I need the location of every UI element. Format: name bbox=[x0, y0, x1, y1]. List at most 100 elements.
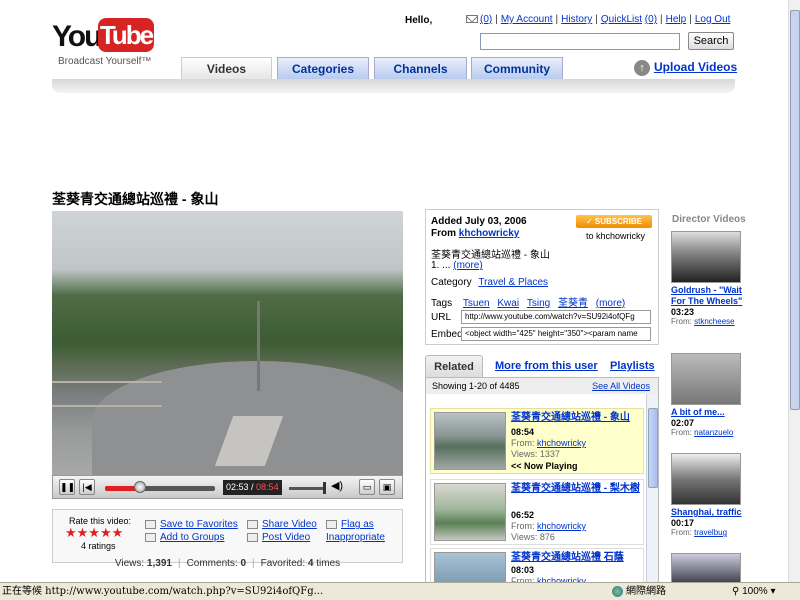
related-title-link[interactable]: 荃葵青交通總站巡禮 - 象山 bbox=[511, 412, 641, 424]
embed-field[interactable]: <object width="425" height="350"><param … bbox=[461, 327, 651, 341]
status-zone: 網際網路 bbox=[626, 586, 666, 597]
tab-community[interactable]: Community bbox=[471, 57, 563, 79]
ratings-count: 4 ratings bbox=[81, 541, 116, 551]
quicklist-link[interactable]: QuickList bbox=[601, 14, 642, 25]
search-button[interactable]: Search bbox=[688, 32, 734, 50]
history-link[interactable]: History bbox=[561, 14, 592, 25]
related-scroll-thumb[interactable] bbox=[648, 408, 658, 488]
related-thumbnail[interactable] bbox=[434, 483, 506, 541]
director-thumbnail-partial[interactable] bbox=[671, 553, 741, 582]
director-user-link[interactable]: travelbug bbox=[694, 528, 727, 537]
tag-link[interactable]: 荃葵青 bbox=[558, 298, 588, 309]
tab-channels[interactable]: Channels bbox=[374, 57, 467, 79]
related-duration: 08:54 bbox=[511, 427, 535, 437]
page-scrollbar[interactable] bbox=[788, 0, 800, 582]
description-more-link[interactable]: (more) bbox=[453, 260, 482, 271]
subscribe-button[interactable]: ✓ SUBSCRIBE bbox=[576, 215, 652, 228]
tags-more-link[interactable]: (more) bbox=[596, 298, 625, 309]
tag-link[interactable]: Kwai bbox=[497, 298, 519, 309]
related-tabs: Related More from this user Playlists bbox=[425, 355, 659, 377]
flag-link-line1[interactable]: Flag as bbox=[341, 519, 374, 530]
rewind-button[interactable]: |◀ bbox=[79, 479, 95, 495]
zoom-value: 100% bbox=[742, 586, 768, 597]
normal-size-button[interactable]: ▭ bbox=[359, 479, 375, 495]
uploader-link[interactable]: khchowricky bbox=[459, 228, 520, 239]
current-time: 02:53 bbox=[226, 482, 249, 492]
logout-link[interactable]: Log Out bbox=[695, 14, 731, 25]
progress-bar[interactable] bbox=[105, 486, 215, 491]
help-link[interactable]: Help bbox=[666, 14, 687, 25]
related-user-link[interactable]: khchowricky bbox=[537, 521, 586, 531]
times-label: times bbox=[316, 558, 341, 569]
flag-link-line2[interactable]: Inappropriate bbox=[326, 532, 385, 543]
director-thumbnail[interactable] bbox=[671, 453, 741, 505]
video-player-frame[interactable] bbox=[52, 211, 403, 475]
tab-videos[interactable]: Videos bbox=[181, 57, 272, 79]
volume-slider[interactable] bbox=[323, 482, 326, 494]
share-video-link[interactable]: Share Video bbox=[262, 519, 317, 530]
director-thumbnail[interactable] bbox=[671, 353, 741, 405]
rating-stars[interactable]: ★★★★★ bbox=[65, 525, 123, 541]
status-message: 正在等候 http://www.youtube.com/watch.php?v=… bbox=[2, 586, 324, 597]
save-favorites-link[interactable]: Save to Favorites bbox=[160, 519, 238, 530]
related-scrollbar[interactable] bbox=[646, 394, 658, 586]
director-duration: 03:23 bbox=[671, 307, 695, 317]
related-user-link[interactable]: khchowricky bbox=[537, 438, 586, 448]
director-videos-heading: Director Videos bbox=[672, 214, 746, 225]
my-account-link[interactable]: My Account bbox=[501, 14, 553, 25]
group-icon bbox=[145, 532, 156, 542]
see-all-videos-link[interactable]: See All Videos bbox=[592, 378, 650, 394]
progress-scrubber[interactable] bbox=[134, 481, 147, 493]
upload-videos[interactable]: ↑ Upload Videos bbox=[634, 60, 737, 76]
director-video-item[interactable]: Goldrush - "Wait For The Wheels" 03:23 F… bbox=[671, 231, 746, 326]
director-video-item[interactable]: A bit of me... 02:07 From: natanzuelo bbox=[671, 353, 746, 437]
related-from-label: From: bbox=[511, 521, 535, 531]
related-views: 1337 bbox=[539, 449, 560, 459]
tag-link[interactable]: Tsing bbox=[527, 298, 550, 309]
post-video-link[interactable]: Post Video bbox=[262, 532, 310, 543]
related-thumbnail[interactable] bbox=[434, 412, 506, 470]
director-from-label: From: bbox=[671, 428, 692, 437]
list-item[interactable]: 荃葵青交通總站巡禮 - 梨木樹 06:52 From: khchowricky … bbox=[430, 479, 644, 545]
quicklist-count-link[interactable]: (0) bbox=[645, 14, 657, 25]
tab-playlists[interactable]: Playlists bbox=[610, 355, 655, 377]
director-duration: 00:17 bbox=[671, 518, 695, 528]
category-link[interactable]: Travel & Places bbox=[478, 277, 548, 288]
url-field[interactable]: http://www.youtube.com/watch?v=SU92i4ofQ… bbox=[461, 310, 651, 324]
mail-icon[interactable] bbox=[466, 15, 478, 24]
related-title-link[interactable]: 荃葵青交通總站巡禮 石蔭 bbox=[511, 552, 641, 564]
tab-categories[interactable]: Categories bbox=[277, 57, 369, 79]
director-title-link[interactable]: A bit of me... bbox=[671, 407, 746, 418]
inbox-count-link[interactable]: (0) bbox=[480, 14, 492, 25]
category-label: Category bbox=[431, 277, 472, 288]
video-frame-railing bbox=[52, 381, 162, 407]
page-scroll-thumb[interactable] bbox=[790, 10, 800, 410]
speaker-icon[interactable]: ◀) bbox=[329, 479, 345, 495]
related-title-link[interactable]: 荃葵青交通總站巡禮 - 梨木樹 bbox=[511, 483, 641, 495]
logo-tagline: Broadcast Yourself™ bbox=[58, 56, 152, 67]
tag-link[interactable]: Tsuen bbox=[463, 298, 490, 309]
post-arrow-icon bbox=[247, 532, 258, 542]
video-frame-pole bbox=[257, 301, 260, 391]
tags-label: Tags bbox=[431, 298, 453, 309]
upload-videos-link[interactable]: Upload Videos bbox=[654, 60, 737, 74]
search-input[interactable] bbox=[480, 33, 680, 50]
list-item[interactable]: 荃葵青交通總站巡禮 - 象山 08:54 From: khchowricky V… bbox=[430, 408, 644, 474]
total-time: 08:54 bbox=[256, 482, 279, 492]
volume-track[interactable] bbox=[289, 487, 323, 490]
pause-button[interactable]: ❚❚ bbox=[59, 479, 75, 495]
youtube-logo[interactable]: You Tube Broadcast Yourself™ bbox=[52, 16, 154, 68]
zoom-level[interactable]: ⚲ 100% ▾ bbox=[732, 583, 776, 600]
director-title-link[interactable]: Goldrush - "Wait For The Wheels" bbox=[671, 285, 746, 307]
director-title-link[interactable]: Shanghai, traffic bbox=[671, 507, 746, 518]
globe-icon bbox=[612, 585, 623, 597]
tab-more-from-user[interactable]: More from this user bbox=[495, 355, 598, 377]
director-video-item[interactable]: Shanghai, traffic 00:17 From: travelbug bbox=[671, 453, 746, 537]
description-line2: 1. ... bbox=[431, 260, 451, 271]
director-user-link[interactable]: stkncheese bbox=[694, 317, 734, 326]
director-user-link[interactable]: natanzuelo bbox=[694, 428, 733, 437]
add-groups-link[interactable]: Add to Groups bbox=[160, 532, 224, 543]
fullscreen-button[interactable]: ▣ bbox=[379, 479, 395, 495]
tab-related[interactable]: Related bbox=[425, 355, 483, 377]
director-thumbnail[interactable] bbox=[671, 231, 741, 283]
